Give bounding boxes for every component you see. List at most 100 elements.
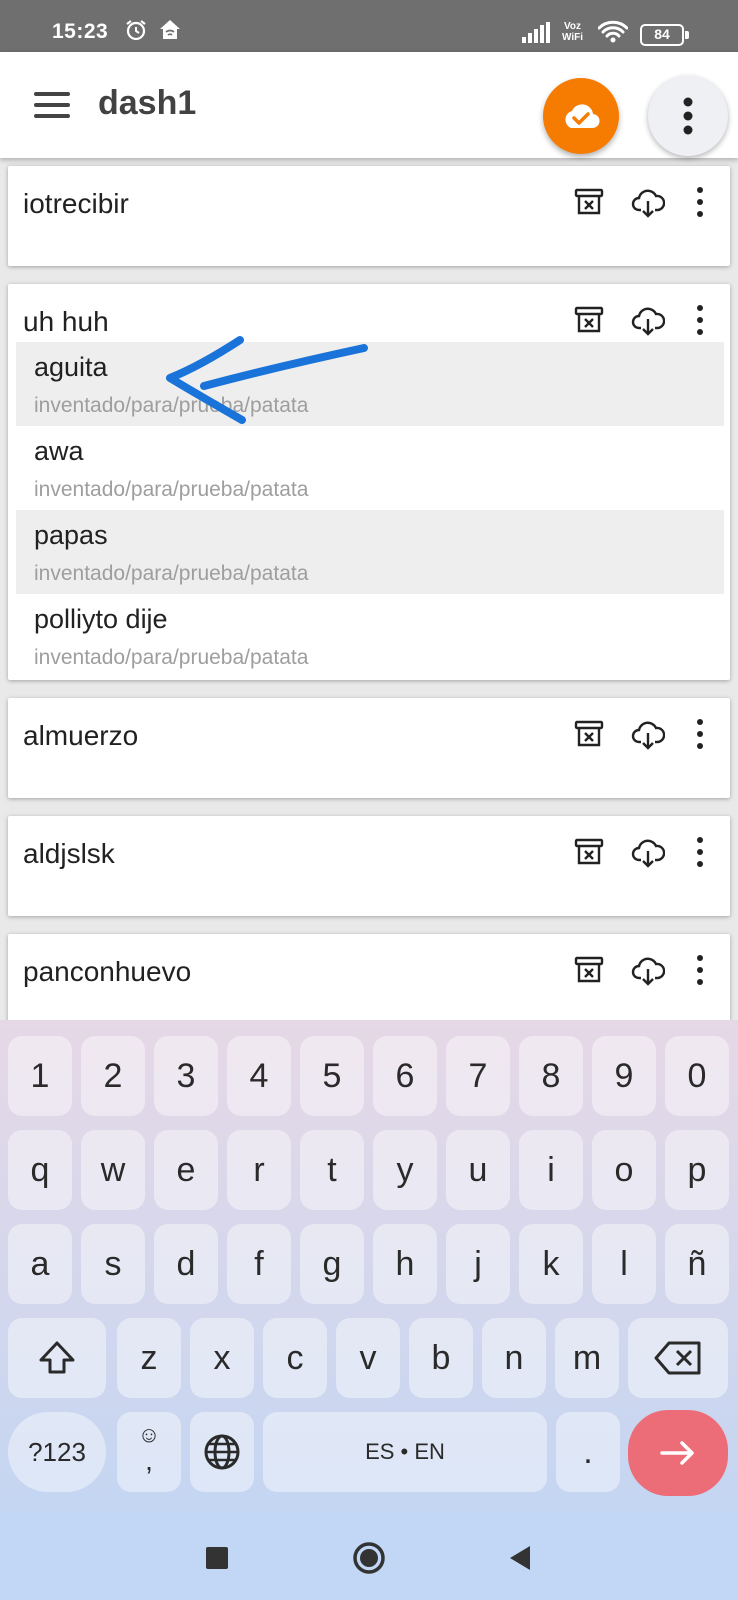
more-vert-icon[interactable] (695, 304, 705, 341)
dashboard-card[interactable]: aldjslsk (8, 816, 730, 916)
key-z[interactable]: z (117, 1318, 181, 1398)
archive-x-icon[interactable] (573, 836, 605, 873)
key-8[interactable]: 8 (519, 1036, 583, 1116)
list-item[interactable]: awa inventado/para/prueba/patata (16, 426, 724, 510)
key-6[interactable]: 6 (373, 1036, 437, 1116)
page-title: dash1 (98, 84, 197, 122)
item-path: inventado/para/prueba/patata (34, 646, 309, 669)
more-vert-icon[interactable] (695, 186, 705, 223)
more-vert-icon[interactable] (695, 954, 705, 991)
key-9[interactable]: 9 (592, 1036, 656, 1116)
key-n[interactable]: n (482, 1318, 546, 1398)
voz-wifi-indicator: Voz WiFi (562, 21, 583, 43)
key-5[interactable]: 5 (300, 1036, 364, 1116)
key-i[interactable]: i (519, 1130, 583, 1210)
key-1[interactable]: 1 (8, 1036, 72, 1116)
cloud-download-icon[interactable] (631, 718, 666, 757)
archive-x-icon[interactable] (573, 186, 605, 223)
dashboard-card[interactable]: iotrecibir (8, 166, 730, 266)
key-k[interactable]: k (519, 1224, 583, 1304)
cloud-download-icon[interactable] (631, 186, 666, 225)
language-key[interactable] (190, 1412, 254, 1492)
key-l[interactable]: l (592, 1224, 656, 1304)
cloud-download-icon[interactable] (631, 954, 666, 993)
space-bar[interactable]: ES • EN (263, 1412, 547, 1492)
shift-key[interactable] (8, 1318, 106, 1398)
home-icon[interactable] (352, 1541, 386, 1580)
key-o[interactable]: o (592, 1130, 656, 1210)
keyboard-row-top: q w e r t y u i o p (0, 1130, 738, 1214)
list-item[interactable]: polliyto dije inventado/para/prueba/pata… (16, 594, 724, 678)
key-w[interactable]: w (81, 1130, 145, 1210)
keyboard-row-home: a s d f g h j k l ñ (0, 1224, 738, 1308)
keyboard-row-numbers: 1 2 3 4 5 6 7 8 9 0 (0, 1036, 738, 1120)
key-v[interactable]: v (336, 1318, 400, 1398)
more-vert-icon[interactable] (695, 836, 705, 873)
system-nav-bar (0, 1512, 738, 1600)
signal-icon (522, 22, 552, 49)
archive-x-icon[interactable] (573, 304, 605, 341)
key-f[interactable]: f (227, 1224, 291, 1304)
back-icon[interactable] (508, 1545, 532, 1576)
key-s[interactable]: s (81, 1224, 145, 1304)
cloud-download-icon[interactable] (631, 836, 666, 875)
symbols-key[interactable]: ?123 (8, 1412, 106, 1492)
key-4[interactable]: 4 (227, 1036, 291, 1116)
key-d[interactable]: d (154, 1224, 218, 1304)
list-item[interactable]: aguita inventado/para/prueba/patata (16, 342, 724, 426)
wifi-label: WiFi (562, 32, 584, 43)
key-u[interactable]: u (446, 1130, 510, 1210)
key-x[interactable]: x (190, 1318, 254, 1398)
period-key[interactable]: . (556, 1412, 620, 1492)
item-name: polliyto dije (34, 604, 168, 634)
overflow-menu-button[interactable] (648, 76, 728, 156)
enter-key[interactable] (628, 1410, 728, 1496)
key-7[interactable]: 7 (446, 1036, 510, 1116)
emoji-comma-key[interactable]: ☺ , (117, 1412, 181, 1492)
arrow-right-icon (660, 1441, 694, 1465)
key-t[interactable]: t (300, 1130, 364, 1210)
item-name: papas (34, 520, 108, 550)
keyboard-row-bottom: z x c v b n m (0, 1318, 738, 1402)
card-title: iotrecibir (23, 188, 129, 219)
key-e[interactable]: e (154, 1130, 218, 1210)
key-2[interactable]: 2 (81, 1036, 145, 1116)
more-vert-icon[interactable] (695, 718, 705, 755)
key-3[interactable]: 3 (154, 1036, 218, 1116)
battery-icon: 84 (640, 24, 689, 46)
archive-x-icon[interactable] (573, 718, 605, 755)
list-item[interactable]: papas inventado/para/prueba/patata (16, 510, 724, 594)
recents-icon[interactable] (206, 1547, 228, 1574)
key-b[interactable]: b (409, 1318, 473, 1398)
key-h[interactable]: h (373, 1224, 437, 1304)
dashboard-card[interactable]: uh huh aguita inventado/para/prueba/pata… (8, 284, 730, 680)
archive-x-icon[interactable] (573, 954, 605, 991)
wifi-icon (597, 20, 629, 49)
key-a[interactable]: a (8, 1224, 72, 1304)
dashboard-list[interactable]: iotrecibir uh huh aguita inventado/para/… (0, 158, 738, 1020)
alarm-icon (124, 18, 148, 47)
key-p[interactable]: p (665, 1130, 729, 1210)
key-c[interactable]: c (263, 1318, 327, 1398)
key-n-tilde[interactable]: ñ (665, 1224, 729, 1304)
more-vert-icon (683, 97, 693, 135)
key-r[interactable]: r (227, 1130, 291, 1210)
key-y[interactable]: y (373, 1130, 437, 1210)
dashboard-card[interactable]: almuerzo (8, 698, 730, 798)
key-j[interactable]: j (446, 1224, 510, 1304)
backspace-icon (654, 1341, 701, 1375)
status-bar: 15:23 Voz WiFi 84 (0, 0, 738, 52)
dashboard-card[interactable]: panconhuevo (8, 934, 730, 1020)
key-q[interactable]: q (8, 1130, 72, 1210)
key-m[interactable]: m (555, 1318, 619, 1398)
menu-icon[interactable] (34, 92, 70, 118)
key-g[interactable]: g (300, 1224, 364, 1304)
backspace-key[interactable] (628, 1318, 728, 1398)
cloud-download-icon[interactable] (631, 304, 666, 343)
item-path: inventado/para/prueba/patata (34, 562, 309, 585)
app-bar: dash1 (0, 52, 738, 158)
key-0[interactable]: 0 (665, 1036, 729, 1116)
voz-label: Voz (563, 21, 582, 32)
item-name: aguita (34, 352, 108, 382)
sync-button[interactable] (543, 78, 619, 154)
